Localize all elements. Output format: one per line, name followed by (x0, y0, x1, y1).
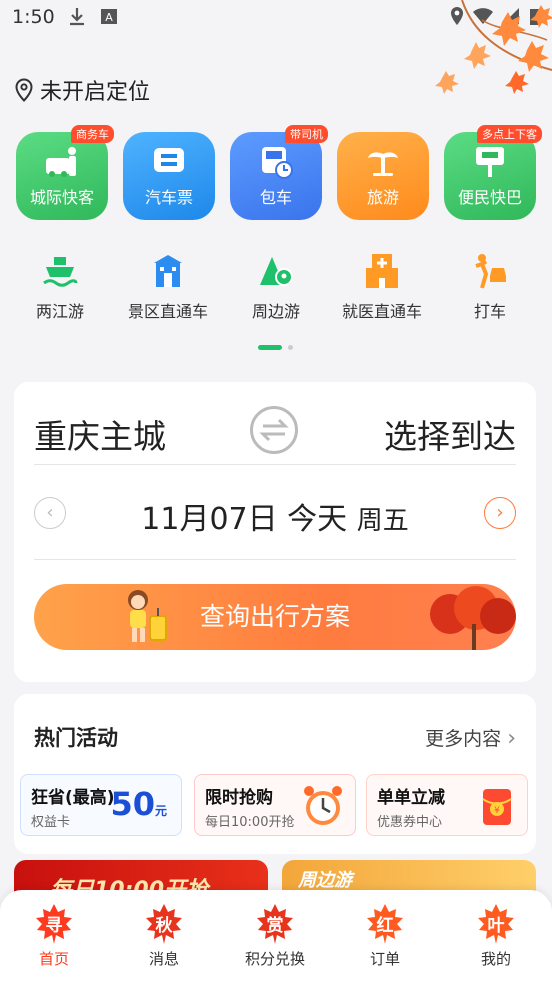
banner-text: 周边游 (298, 870, 352, 891)
mountain-pin-icon (260, 257, 293, 286)
nav-label: 积分兑换 (244, 950, 305, 968)
coupon-subtitle: 每日10:00开抢 (205, 815, 295, 830)
divider (34, 464, 516, 465)
service-label: 两江游 (35, 302, 84, 321)
page-indicator (258, 345, 293, 350)
trip-search-card: 重庆主城 选择到达 ‹ 11月07日 今天 周五 › 查询出行方案 (14, 382, 536, 682)
font-icon: A (101, 9, 117, 24)
nav-label: 订单 (369, 950, 400, 968)
nav-home[interactable]: 寻 首页 (14, 902, 94, 969)
maple-leaves-decoration (435, 0, 552, 94)
service-label: 景区直通车 (127, 302, 208, 321)
nav-points-exchange[interactable]: 赏 积分兑换 (235, 902, 315, 969)
service-intercity[interactable]: 商务车 城际快客 (16, 125, 114, 220)
palm-tree-icon (368, 152, 398, 176)
maple-leaf-icon: 秋 (142, 902, 186, 946)
location-selector[interactable]: 未开启定位 (14, 74, 150, 106)
next-day-button[interactable]: › (484, 497, 516, 529)
nav-label: 首页 (38, 950, 69, 968)
divider (34, 559, 516, 560)
service-travel[interactable]: 旅游 (337, 132, 429, 220)
intercity-passenger-icon (46, 147, 76, 177)
coupon-subtitle: 权益卡 (31, 815, 71, 830)
svg-text:¥: ¥ (494, 806, 500, 816)
page-dot-active (258, 345, 282, 350)
traveler-girl-illustration (128, 590, 167, 642)
alarm-clock-icon (304, 786, 342, 825)
service-nearby-tour[interactable]: 周边游 (226, 250, 326, 322)
download-icon (70, 8, 84, 26)
chevron-right-icon: › (507, 726, 516, 751)
weekday-label: 周五 (356, 506, 409, 536)
nav-label: 消息 (148, 950, 179, 968)
service-label: 汽车票 (144, 188, 193, 207)
service-label: 便民快巴 (457, 188, 522, 207)
travel-date[interactable]: 11月07日 今天 周五 (14, 494, 536, 538)
more-content-link[interactable]: 更多内容 › (425, 724, 516, 751)
scenic-gate-icon (154, 255, 182, 287)
nav-label: 我的 (480, 950, 511, 968)
nav-profile[interactable]: 叶 我的 (456, 902, 536, 969)
service-badge: 带司机 (285, 125, 328, 143)
chevron-right-icon: › (496, 502, 504, 523)
coupon-amount: 50 (110, 785, 155, 823)
nav-orders[interactable]: 红 订单 (345, 902, 425, 969)
section-title: 热门活动 (34, 726, 118, 750)
status-time: 1:50 (12, 6, 55, 28)
bus-stop-sign-icon (476, 147, 504, 177)
service-scenic-express[interactable]: 景区直通车 (118, 250, 218, 322)
service-grid-secondary: 两江游 景区直通车 周边游 就医直通车 打车 (0, 250, 552, 330)
query-button-label: 查询出行方案 (199, 602, 350, 631)
service-charter[interactable]: 带司机 包车 (230, 125, 328, 220)
maple-leaf-icon: 红 (363, 902, 407, 946)
departure-city[interactable]: 重庆主城 (34, 410, 166, 458)
service-badge: 商务车 (71, 125, 114, 143)
coupon-title: 狂省(最高) (31, 788, 115, 808)
location-label: 未开启定位 (40, 80, 151, 105)
service-grid-primary: 商务车 城际快客 汽车票 带司机 包车 旅游 多点上下客 便民快巴 (0, 125, 552, 222)
coupon-subtitle: 优惠券中心 (377, 815, 443, 830)
maple-tree-illustration (430, 586, 516, 650)
coupon-flash-sale[interactable]: 限时抢购 每日10:00开抢 (194, 774, 356, 836)
maple-leaf-icon: 叶 (474, 902, 518, 946)
charter-bus-icon (262, 147, 293, 179)
coupon-title: 单单立减 (377, 788, 445, 808)
bus-ticket-icon (154, 148, 184, 172)
service-taxi[interactable]: 打车 (440, 250, 540, 322)
location-pin-icon (15, 78, 33, 102)
swap-cities-button[interactable] (250, 406, 298, 454)
hail-taxi-icon (475, 254, 506, 289)
coupon-instant-discount[interactable]: 单单立减 优惠券中心 ¥ (366, 774, 528, 836)
red-envelope-icon: ¥ (482, 789, 512, 825)
service-label: 包车 (259, 188, 292, 207)
service-label: 打车 (473, 302, 506, 321)
boat-icon (43, 257, 78, 287)
service-label: 周边游 (251, 302, 300, 321)
svg-text:A: A (105, 11, 113, 24)
maple-leaf-icon: 寻 (32, 902, 76, 946)
date-label: 11月07日 今天 (141, 502, 348, 537)
hot-activities-section: 热门活动 更多内容 › 狂省(最高) 权益卡 50元 限时抢购 每日10:00开… (14, 694, 536, 854)
service-two-rivers[interactable]: 两江游 (10, 250, 110, 322)
coupon-unit: 元 (154, 804, 167, 818)
bottom-navigation: 寻 首页 秋 消息 赏 积分兑换 红 订单 叶 我的 (0, 890, 552, 981)
service-shuttle[interactable]: 多点上下客 便民快巴 (444, 125, 542, 220)
coupon-benefit-card[interactable]: 狂省(最高) 权益卡 50元 (20, 774, 182, 836)
maple-leaf-icon: 赏 (253, 902, 297, 946)
page-dot (288, 345, 293, 350)
service-label: 旅游 (366, 188, 399, 207)
swap-arrows-icon (259, 418, 289, 442)
service-label: 就医直通车 (341, 302, 422, 321)
nav-messages[interactable]: 秋 消息 (124, 902, 204, 969)
service-medical-express[interactable]: 就医直通车 (332, 250, 432, 322)
coupon-title: 限时抢购 (205, 788, 273, 808)
service-label: 城际快客 (29, 188, 94, 207)
service-bus-ticket[interactable]: 汽车票 (123, 132, 215, 220)
hospital-icon (366, 254, 398, 288)
destination-city[interactable]: 选择到达 (384, 410, 516, 458)
service-badge: 多点上下客 (477, 125, 542, 143)
query-trip-button[interactable]: 查询出行方案 (34, 584, 516, 650)
